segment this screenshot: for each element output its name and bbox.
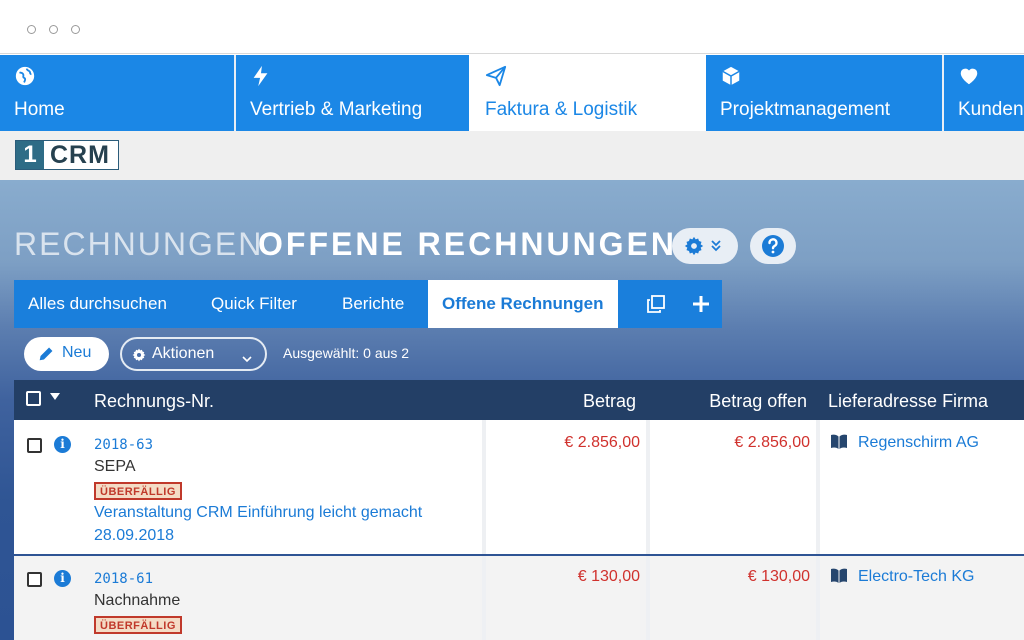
column-header-amount[interactable]: Betrag — [583, 380, 636, 420]
nav-tab-label: Kunden — [958, 99, 1024, 120]
gear-icon — [684, 236, 704, 256]
new-button[interactable]: Neu — [24, 337, 109, 371]
actions-button-label: Aktionen — [152, 345, 215, 362]
logo-bar — [0, 131, 1024, 180]
company-link[interactable]: Electro-Tech KG — [858, 568, 974, 586]
subnav-item-quick-filter[interactable]: Quick Filter — [211, 280, 297, 328]
overdue-badge: ÜBERFÄLLIG — [94, 616, 182, 634]
double-chevron-down-icon — [711, 240, 721, 252]
row-checkbox[interactable] — [27, 438, 42, 453]
subnav-item-open-invoices[interactable]: Offene Rechnungen — [428, 280, 618, 328]
sub-nav: Alles durchsuchen Quick Filter Berichte … — [14, 280, 722, 328]
cell-amount-open: € 130,00 — [646, 556, 818, 640]
subnav-item-reports[interactable]: Berichte — [342, 280, 404, 328]
overdue-badge: ÜBERFÄLLIG — [94, 482, 182, 500]
book-icon — [831, 568, 847, 583]
window-dot-icon[interactable] — [49, 25, 58, 34]
column-header-number[interactable]: Rechnungs-Nr. — [94, 380, 214, 420]
column-header-company[interactable]: Lieferadresse Firma — [828, 380, 988, 420]
row-checkbox[interactable] — [27, 572, 42, 587]
amount-value: € 130,00 — [577, 568, 640, 585]
cube-icon — [722, 66, 740, 86]
nav-tab-home[interactable]: Home — [0, 55, 234, 131]
help-icon — [762, 235, 784, 257]
invoice-number-link[interactable]: 2018-63 — [94, 437, 153, 453]
globe-icon — [15, 66, 35, 86]
add-icon[interactable] — [691, 294, 711, 314]
heart-icon — [960, 68, 978, 85]
book-icon — [831, 434, 847, 449]
nav-tab-label: Vertrieb & Marketing — [250, 99, 423, 120]
invoice-number-link[interactable]: 2018-61 — [94, 571, 153, 587]
amount-value: € 2.856,00 — [564, 434, 640, 451]
gear-icon — [132, 348, 146, 362]
cell-amount: € 2.856,00 — [482, 420, 648, 554]
info-icon[interactable]: i — [54, 570, 71, 587]
cell-amount-open: € 2.856,00 — [646, 420, 818, 554]
pencil-icon — [39, 347, 53, 361]
cell-invoice: i 2018-61 Nachnahme ÜBERFÄLLIG — [14, 556, 480, 640]
caret-down-icon[interactable] — [50, 393, 60, 401]
payment-method: Nachnahme — [94, 592, 181, 609]
nav-tab-label: Faktura & Logistik — [485, 99, 638, 120]
cell-company: Regenschirm AG — [816, 420, 1024, 554]
page-title: OFFENE RECHNUNGEN — [258, 226, 678, 262]
chevron-down-icon — [242, 356, 252, 363]
selection-count: Ausgewählt: 0 aus 2 — [283, 345, 410, 361]
window-chrome — [0, 0, 1024, 54]
nav-tab-projekt[interactable]: Projektmanagement — [706, 55, 942, 131]
nav-tab-faktura[interactable]: Faktura & Logistik — [469, 55, 706, 131]
company-link[interactable]: Regenschirm AG — [858, 434, 979, 452]
page-module-title: RECHNUNGEN — [14, 226, 264, 262]
info-icon[interactable]: i — [54, 436, 71, 453]
nav-tab-label: Projektmanagement — [720, 99, 891, 120]
paper-plane-icon — [485, 65, 507, 87]
actions-button[interactable]: Aktionen — [120, 337, 267, 371]
lightning-icon — [253, 65, 268, 87]
subnav-item-search-all[interactable]: Alles durchsuchen — [28, 280, 167, 328]
nav-tab-vertrieb[interactable]: Vertrieb & Marketing — [236, 55, 469, 131]
table-row[interactable]: i 2018-61 Nachnahme ÜBERFÄLLIG € 130,00 … — [14, 556, 1024, 640]
logo[interactable]: 1 CRM — [15, 140, 119, 170]
window-dot-icon[interactable] — [71, 25, 80, 34]
duplicate-icon[interactable] — [647, 295, 665, 313]
table-header: Rechnungs-Nr. Betrag Betrag offen Liefer… — [14, 380, 1024, 420]
table-row[interactable]: i 2018-63 SEPA ÜBERFÄLLIG Veranstaltung … — [14, 420, 1024, 554]
main-nav: Home Vertrieb & Marketing Faktura & Logi… — [0, 55, 1024, 131]
subject-link[interactable]: Veranstaltung CRM Einführung leicht gema… — [94, 504, 422, 522]
select-all-checkbox[interactable] — [26, 391, 41, 406]
new-button-label: Neu — [62, 344, 92, 361]
settings-menu-button[interactable] — [672, 228, 738, 264]
help-button[interactable] — [750, 228, 796, 264]
window-dot-icon[interactable] — [27, 25, 36, 34]
logo-text: CRM — [50, 141, 110, 169]
amount-open-value: € 130,00 — [747, 568, 810, 585]
amount-open-value: € 2.856,00 — [734, 434, 810, 451]
nav-tab-label: Home — [14, 99, 65, 120]
nav-tab-kunden[interactable]: Kunden — [944, 55, 1024, 131]
column-header-amount-open[interactable]: Betrag offen — [709, 380, 807, 420]
invoice-date[interactable]: 28.09.2018 — [94, 527, 174, 545]
cell-company: Electro-Tech KG — [816, 556, 1024, 640]
cell-amount: € 130,00 — [482, 556, 648, 640]
payment-method: SEPA — [94, 458, 136, 475]
cell-invoice: i 2018-63 SEPA ÜBERFÄLLIG Veranstaltung … — [14, 420, 480, 554]
logo-number: 1 — [16, 141, 44, 169]
